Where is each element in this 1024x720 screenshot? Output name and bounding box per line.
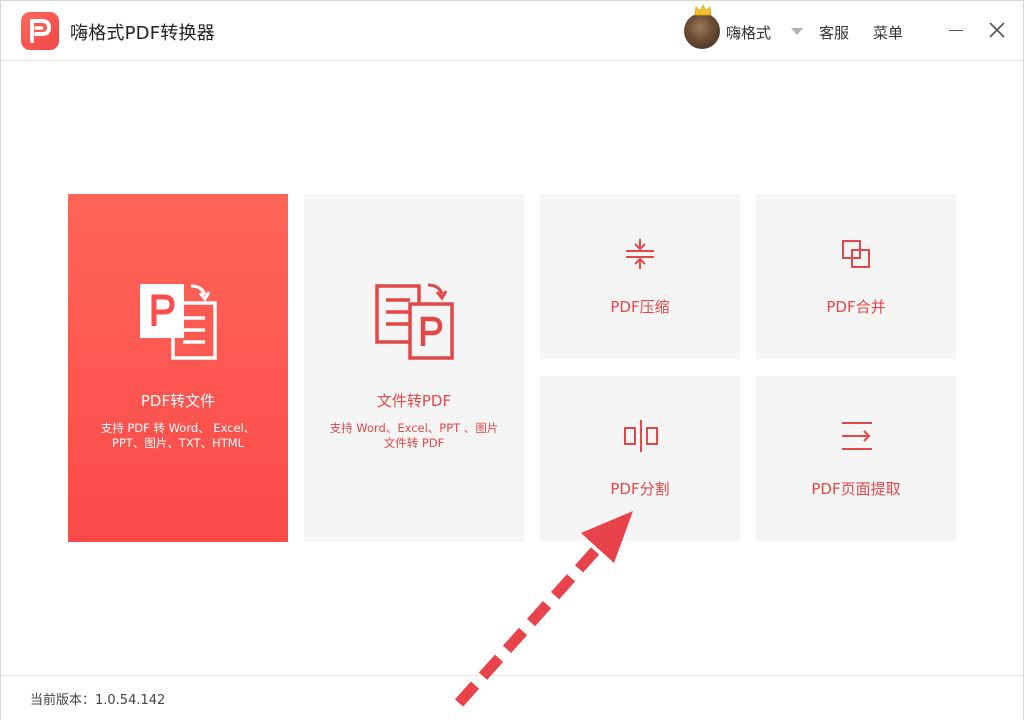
dropdown-caret-icon[interactable] [791, 28, 803, 35]
menu-link[interactable]: 菜单 [873, 22, 903, 43]
pdf-extract-tile[interactable]: PDF页面提取 [756, 376, 956, 541]
app-window: 嗨格式PDF转换器 嗨格式 客服 菜单 PDF转文件 支持 PDF 转 Word… [0, 0, 1024, 720]
pdf-to-file-tile[interactable]: PDF转文件 支持 PDF 转 Word、 Excel、 PPT、图片、TXT、… [68, 194, 288, 542]
title-bar: 嗨格式PDF转换器 嗨格式 客服 菜单 [1, 1, 1023, 61]
pdf-extract-title: PDF页面提取 [811, 480, 901, 498]
footer-bar: 当前版本：1.0.54.142 [1, 675, 1023, 720]
pdf-to-file-title: PDF转文件 [140, 392, 216, 410]
pdf-merge-tile[interactable]: PDF合并 [756, 194, 956, 359]
app-title: 嗨格式PDF转换器 [70, 23, 215, 44]
split-icon [624, 420, 658, 452]
file-to-pdf-desc: 支持 Word、Excel、PPT 、图片文件转 PDF [329, 421, 499, 450]
app-logo-icon [21, 12, 59, 50]
file-to-pdf-tile[interactable]: 文件转PDF 支持 Word、Excel、PPT 、图片文件转 PDF [304, 194, 524, 542]
support-link[interactable]: 客服 [819, 22, 849, 43]
pdf-split-title: PDF分割 [610, 480, 670, 498]
pdf-to-document-icon [140, 284, 217, 360]
user-avatar[interactable] [684, 13, 720, 49]
merge-icon [842, 240, 870, 268]
document-to-pdf-icon [375, 283, 454, 360]
username-label[interactable]: 嗨格式 [726, 22, 771, 43]
pdf-compress-tile[interactable]: PDF压缩 [540, 194, 740, 359]
pdf-merge-title: PDF合并 [826, 298, 886, 316]
compress-icon [626, 239, 654, 269]
pdf-compress-title: PDF压缩 [610, 298, 670, 316]
extract-page-icon [842, 422, 872, 450]
close-icon[interactable] [988, 21, 1006, 39]
version-label: 当前版本：1.0.54.142 [30, 693, 166, 708]
pdf-to-file-desc: 支持 PDF 转 Word、 Excel、 PPT、图片、TXT、HTML [100, 421, 256, 450]
crown-icon [694, 4, 712, 16]
minimize-icon[interactable] [949, 30, 963, 31]
pdf-split-tile[interactable]: PDF分割 [540, 376, 740, 541]
file-to-pdf-title: 文件转PDF [376, 392, 452, 410]
